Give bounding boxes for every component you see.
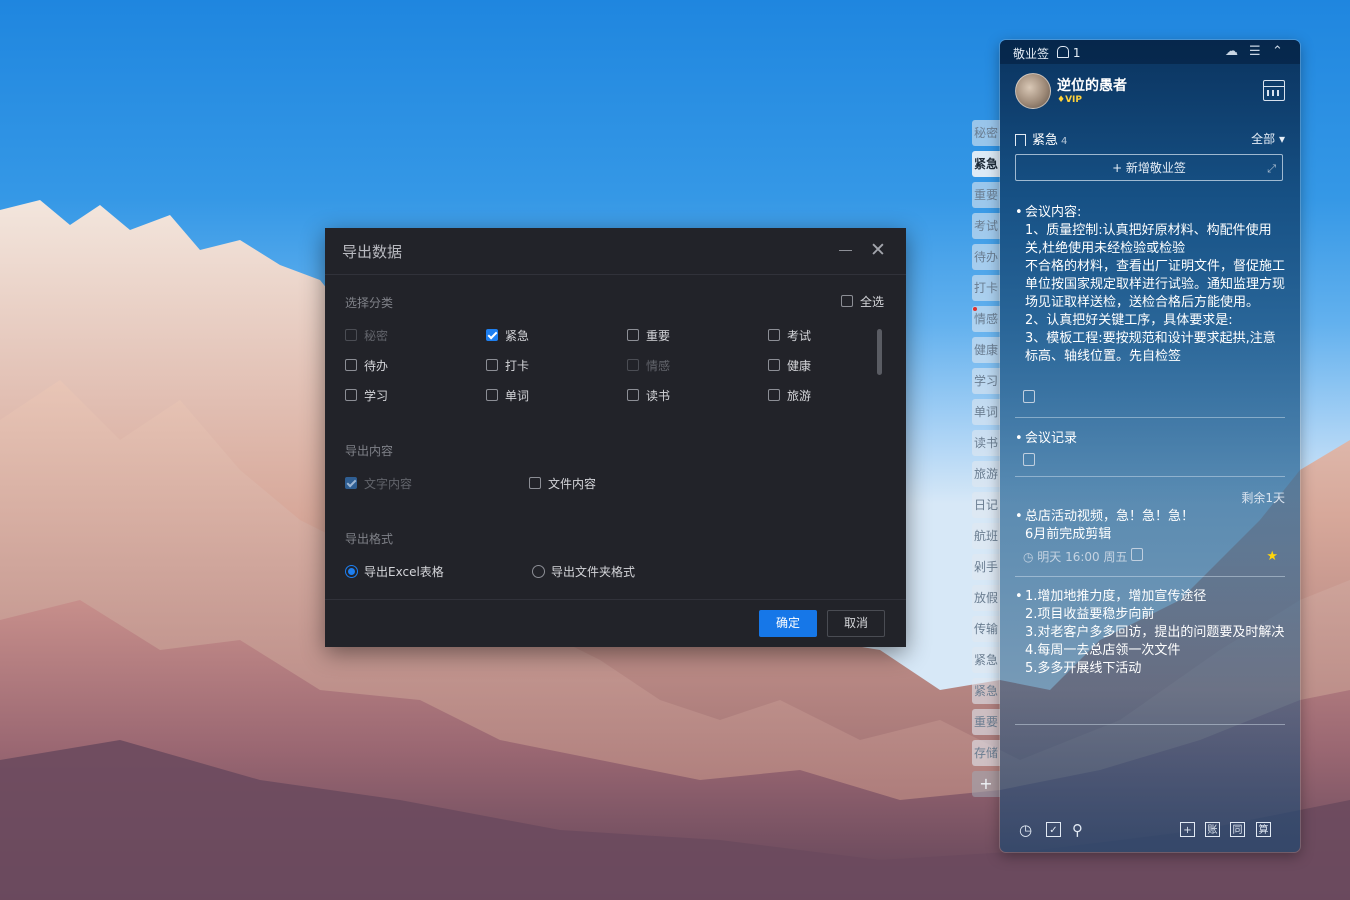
cancel-button[interactable]: 取消 (827, 610, 885, 637)
side-tab-todo[interactable]: 待办 (972, 244, 1000, 270)
side-tab-travel[interactable]: 旅游 (972, 461, 1000, 487)
check-box-icon[interactable]: ✓ (1046, 822, 1061, 837)
content-checkbox-file[interactable]: 文件内容 (529, 476, 596, 492)
side-tab-storage[interactable]: 存储 (972, 740, 1000, 766)
note-item-text: 会议记录 (1025, 431, 1078, 446)
format-radio-folder[interactable]: 导出文件夹格式 (532, 564, 635, 580)
add-note-button[interactable]: + 新增敬业签 ⤢ (1015, 154, 1283, 181)
category-checkbox-urgent[interactable]: 紧急 (486, 328, 529, 344)
select-all-checkbox[interactable]: 全选 (841, 294, 884, 310)
note-item[interactable]: • 总店活动视频，急！急！急！ 6月前完成剪辑 ◷ 明天 16:00 周五 (1015, 508, 1285, 578)
side-tab-transfer[interactable]: 传输 (972, 616, 1000, 642)
category-checkbox-words[interactable]: 单词 (486, 388, 529, 404)
add-note-label: + 新增敬业签 (1112, 161, 1186, 175)
side-tab-important-2[interactable]: 重要 (972, 709, 1000, 735)
collapse-icon[interactable]: ⌃ (1272, 44, 1283, 59)
remaining-days: 剩余1天 (1241, 491, 1285, 505)
clock-icon[interactable]: ◷ (1019, 821, 1032, 839)
side-tab-flight[interactable]: 航班 (972, 523, 1000, 549)
dialog-footer-divider (325, 599, 906, 600)
dialog-header: 导出数据 ✕ (325, 228, 906, 275)
section-category-label: 选择分类 (345, 296, 394, 310)
pin-icon[interactable]: ⤢ (1267, 155, 1276, 182)
unread-dot (973, 307, 977, 311)
side-tab-important[interactable]: 重要 (972, 182, 1000, 208)
side-tab-health[interactable]: 健康 (972, 337, 1000, 363)
side-tab-diary[interactable]: 日记 (972, 492, 1000, 518)
side-tab-urgent-2[interactable]: 紧急 (972, 647, 1000, 673)
confirm-button[interactable]: 确定 (759, 610, 817, 637)
note-item-text: 总店活动视频，急！急！急！ 6月前完成剪辑 (1025, 509, 1195, 542)
menu-icon[interactable]: ☰ (1249, 44, 1261, 59)
user-name: 逆位的愚者 (1057, 78, 1127, 94)
close-icon[interactable]: ✕ (870, 240, 886, 260)
note-item[interactable]: • 会议记录 (1015, 430, 1285, 478)
sync-icon[interactable]: 同 (1230, 822, 1245, 837)
note-item[interactable]: • 会议内容: 1、质量控制:认真把好原材料、构配件使用关,杜绝使用未经检验或检… (1015, 204, 1285, 424)
bookmark-icon (1015, 134, 1026, 146)
avatar[interactable] (1015, 73, 1051, 109)
side-tab-holiday[interactable]: 放假 (972, 585, 1000, 611)
export-data-dialog: 导出数据 ✕ 选择分类 全选 秘密 紧急 重要 考试 待办 打卡 情感 健康 学… (325, 228, 906, 647)
app-name: 敬业签 (1013, 47, 1050, 61)
format-radio-excel[interactable]: 导出Excel表格 (345, 564, 444, 580)
category-title: 紧急 (1032, 133, 1059, 148)
category-header: 紧急 4 全部 ▾ (1015, 129, 1285, 148)
notification-count: 1 (1072, 46, 1081, 60)
sticky-note-panel: 敬业签 1 ☁ ☰ ⌃ 逆位的愚者 ♦VIP 紧急 4 全部 ▾ + 新增敬业签 … (1000, 40, 1300, 852)
side-tab-exam[interactable]: 考试 (972, 213, 1000, 239)
note-title-bar: 敬业签 1 ☁ ☰ ⌃ (1000, 40, 1300, 64)
search-icon[interactable]: ⚲ (1072, 821, 1083, 839)
category-checkbox-checkin[interactable]: 打卡 (486, 358, 529, 374)
side-tab-emotion[interactable]: 情感 (972, 306, 1000, 332)
note-item[interactable]: • 1.增加地推力度，增加宣传途径 2.项目收益要稳步向前 3.对老客户多多回访… (1015, 588, 1285, 725)
attachment-icon (1023, 390, 1035, 403)
notification-bell[interactable]: 1 (1057, 45, 1080, 60)
category-checkbox-travel[interactable]: 旅游 (768, 388, 811, 404)
category-checkbox-todo[interactable]: 待办 (345, 358, 388, 374)
dialog-title: 导出数据 (342, 243, 403, 261)
divider (1015, 724, 1285, 725)
category-checkbox-study[interactable]: 学习 (345, 388, 388, 404)
content-checkbox-text[interactable]: 文字内容 (345, 476, 412, 492)
side-tab-urgent[interactable]: 紧急 (972, 151, 1000, 177)
side-tab-reading[interactable]: 读书 (972, 430, 1000, 456)
category-count: 4 (1061, 136, 1068, 147)
add-box-icon[interactable]: + (1180, 822, 1195, 837)
category-checkbox-secret[interactable]: 秘密 (345, 328, 388, 344)
bell-icon (1057, 46, 1069, 58)
note-item-text: 1.增加地推力度，增加宣传途径 2.项目收益要稳步向前 3.对老客户多多回访，提… (1025, 589, 1285, 676)
divider (1015, 576, 1285, 577)
add-category-button[interactable]: + (972, 771, 1000, 797)
star-icon[interactable]: ★ (1266, 549, 1278, 564)
attachment-icon (1131, 548, 1144, 561)
attachment-icon (1023, 453, 1035, 466)
category-checkbox-reading[interactable]: 读书 (627, 388, 670, 404)
vip-badge: ♦VIP (1057, 95, 1082, 105)
side-tab-checkin[interactable]: 打卡 (972, 275, 1000, 301)
category-checkbox-important[interactable]: 重要 (627, 328, 670, 344)
category-checkbox-emotion[interactable]: 情感 (627, 358, 670, 374)
category-checkbox-health[interactable]: 健康 (768, 358, 811, 374)
note-bottom-toolbar: ◷ ✓ ⚲ + 账 同 算 (1000, 808, 1300, 852)
category-scrollbar[interactable] (877, 329, 882, 375)
minimize-icon[interactable] (839, 250, 852, 251)
cloud-sync-icon[interactable]: ☁ (1225, 44, 1238, 59)
ledger-icon[interactable]: 账 (1205, 822, 1220, 837)
note-item-text: 会议内容: 1、质量控制:认真把好原材料、构配件使用关,杜绝使用未经检验或检验 … (1025, 205, 1285, 364)
reminder-meta: ◷ 明天 16:00 周五 (1023, 548, 1285, 566)
side-tab-study[interactable]: 学习 (972, 368, 1000, 394)
calc-icon[interactable]: 算 (1256, 822, 1271, 837)
filter-dropdown[interactable]: 全部 ▾ (1251, 130, 1285, 147)
section-content-label: 导出内容 (345, 444, 394, 458)
side-tab-shopping[interactable]: 剁手 (972, 554, 1000, 580)
section-format-label: 导出格式 (345, 532, 394, 546)
divider (1015, 476, 1285, 477)
divider (1015, 417, 1285, 418)
side-tab-secret[interactable]: 秘密 (972, 120, 1000, 146)
side-tab-urgent-3[interactable]: 紧急 (972, 678, 1000, 704)
category-checkbox-exam[interactable]: 考试 (768, 328, 811, 344)
calendar-icon[interactable] (1263, 80, 1285, 101)
side-tab-words[interactable]: 单词 (972, 399, 1000, 425)
